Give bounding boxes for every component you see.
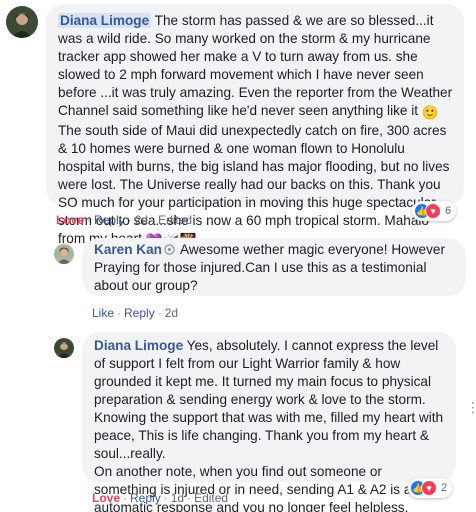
smile-emoji: 🙂	[421, 105, 439, 120]
love-link[interactable]: Love	[56, 213, 84, 227]
comment-body: The storm has passed & we are so blessed…	[58, 13, 453, 118]
reaction-count: 6	[445, 205, 452, 217]
avatar-diana-reply[interactable]	[54, 338, 74, 358]
reactions-badge[interactable]: 👍 ♥ 6	[412, 201, 457, 221]
admin-badge-icon	[164, 244, 175, 255]
reply-link[interactable]: Reply	[94, 213, 125, 227]
reply-actions: Love · Reply · 1d · Edited	[92, 491, 229, 505]
reply-link[interactable]: Reply	[124, 306, 155, 320]
love-reaction-icon: ♥	[425, 203, 441, 219]
author-name[interactable]: Diana Limoge	[94, 338, 183, 353]
author-name[interactable]: Diana Limoge	[58, 13, 152, 28]
like-link[interactable]: Like	[92, 306, 114, 320]
reply-body: Yes, absolutely. I cannot express the le…	[94, 338, 444, 461]
reply-link[interactable]: Reply	[130, 491, 161, 505]
author-name[interactable]: Karen Kan	[94, 242, 162, 257]
reply-bubble: Karen Kan Awesome wether magic everyone!…	[82, 238, 466, 296]
love-reaction-icon: ♥	[421, 480, 437, 496]
timestamp[interactable]: 2d	[135, 213, 148, 227]
reply-text: Karen Kan Awesome wether magic everyone!…	[94, 241, 454, 295]
more-options-icon[interactable]: ⋮	[466, 400, 476, 414]
edited-label[interactable]: Edited	[194, 491, 228, 505]
comment-actions: Love · Reply · 2d · Edited	[56, 213, 193, 227]
comment-bubble: Diana Limoge The storm has passed & we a…	[46, 4, 464, 248]
timestamp[interactable]: 2d	[165, 306, 178, 320]
reaction-count: 2	[441, 482, 448, 494]
timestamp[interactable]: 1d	[171, 491, 184, 505]
reply-bubble: Diana Limoge Yes, absolutely. I cannot e…	[82, 332, 456, 512]
reply-actions: Like · Reply · 2d	[92, 306, 179, 320]
reactions-badge[interactable]: 👍 ♥ 2	[408, 478, 453, 498]
reply-text: Diana Limoge Yes, absolutely. I cannot e…	[94, 337, 446, 512]
avatar-diana[interactable]	[6, 6, 38, 38]
avatar-karen[interactable]	[54, 244, 74, 264]
edited-label[interactable]: Edited	[158, 213, 192, 227]
love-link[interactable]: Love	[92, 491, 120, 505]
